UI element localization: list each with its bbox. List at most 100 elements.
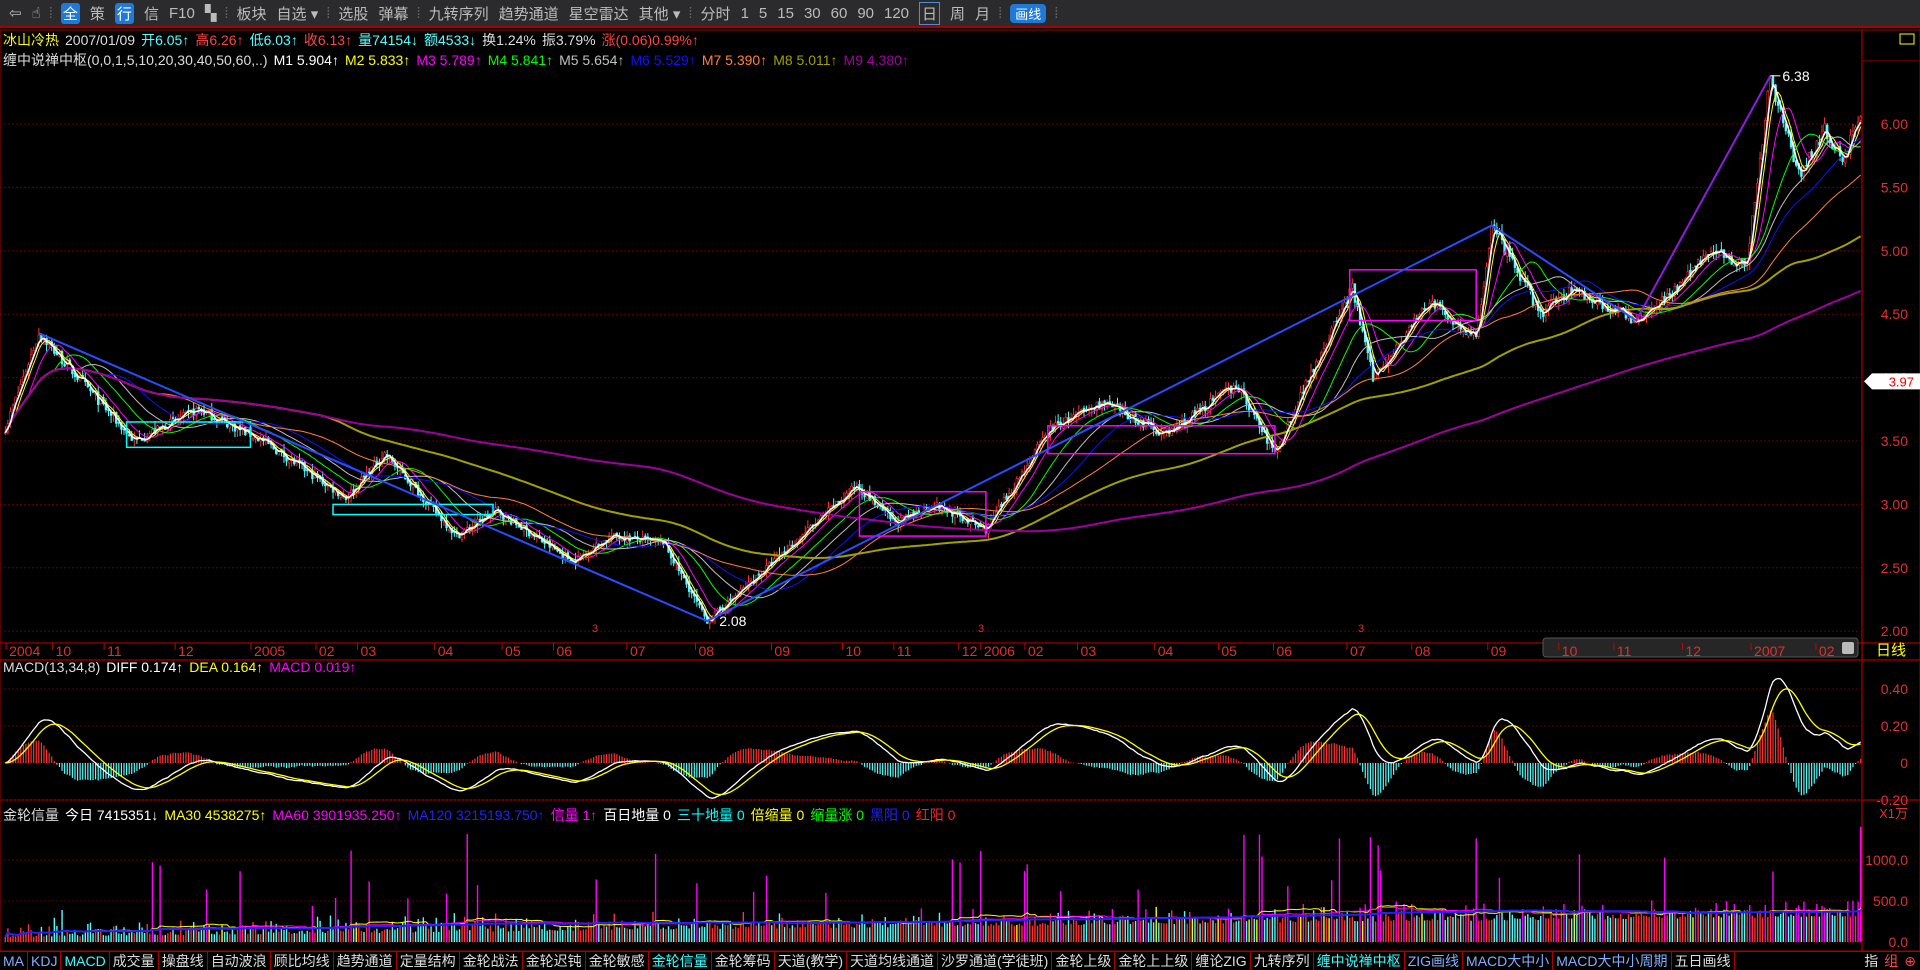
volume-hong: 红阳 0 xyxy=(915,807,956,823)
candle-body xyxy=(1859,116,1862,121)
tab-11[interactable]: 金轮敏感 xyxy=(586,952,649,970)
candle-body xyxy=(530,535,533,538)
candle xyxy=(347,493,350,505)
candle xyxy=(460,530,464,543)
tab-25[interactable]: 五日画线 xyxy=(1672,952,1735,970)
volume-title: 金轮信量 xyxy=(3,807,59,823)
ma-title: 缠中说禅中枢(0,0,1,5,10,20,30,40,50,60,..) xyxy=(3,52,268,68)
tab-13[interactable]: 金轮筹码 xyxy=(712,952,775,970)
tab-18[interactable]: 金轮上上级 xyxy=(1115,952,1193,970)
window-icon xyxy=(1899,33,1915,45)
tab-2[interactable]: MACD xyxy=(61,952,110,970)
indicator-name: 冰山冷热 xyxy=(3,32,59,48)
macd-value: MACD 0.019↑ xyxy=(269,659,357,675)
candle xyxy=(530,535,533,539)
candle-body xyxy=(1351,283,1354,289)
ma-line-M5 xyxy=(4,136,1861,599)
quote-amount: 额4533↓ xyxy=(424,32,477,48)
month-label: 2005 xyxy=(254,643,285,659)
candle-body xyxy=(1136,422,1140,425)
tab-12[interactable]: 金轮信量 xyxy=(649,952,712,970)
macd-axis-label: 0 xyxy=(1900,755,1908,771)
candle-body xyxy=(783,551,786,553)
candle-body xyxy=(863,494,866,498)
candle xyxy=(618,532,621,546)
candle xyxy=(576,550,580,566)
candle-body xyxy=(1247,405,1251,412)
month-label: 02 xyxy=(1819,643,1835,659)
candle-body xyxy=(1056,420,1060,424)
month-label: 2004 xyxy=(9,643,40,659)
tab-6[interactable]: 顾比均线 xyxy=(271,952,334,970)
candle-body xyxy=(220,416,224,420)
candle-body xyxy=(1103,400,1106,404)
volume-bsl: 倍缩量 0 xyxy=(750,807,805,823)
tab-right-2[interactable]: ⊕ xyxy=(1904,952,1916,970)
tab-10[interactable]: 金轮迟钝 xyxy=(523,952,586,970)
candle-body xyxy=(1844,153,1847,163)
candle xyxy=(956,506,959,518)
month-label: 10 xyxy=(1562,643,1578,659)
tab-right-1[interactable]: 组 xyxy=(1884,952,1898,970)
candle-body xyxy=(339,495,342,498)
price-axis-label: 2.00 xyxy=(1881,623,1908,639)
tab-22[interactable]: ZIG画线 xyxy=(1405,952,1464,970)
tab-5[interactable]: 自动波浪 xyxy=(208,952,271,970)
tab-0[interactable]: MA xyxy=(0,952,28,970)
macd-bars xyxy=(7,710,1862,797)
month-label: 10 xyxy=(845,643,861,659)
candle-body xyxy=(757,573,761,576)
tab-24[interactable]: MACD大中小周期 xyxy=(1553,952,1672,970)
candle xyxy=(987,523,990,541)
macd-diff-line xyxy=(5,677,1862,799)
candle xyxy=(1720,242,1723,252)
high-price-label: 6.38 xyxy=(1782,68,1809,84)
candle-body xyxy=(1235,385,1238,388)
candle-body xyxy=(373,461,376,466)
tab-4[interactable]: 操盘线 xyxy=(159,952,208,970)
tab-15[interactable]: 天道均线通道 xyxy=(847,952,939,970)
tab-right-0[interactable]: 指 xyxy=(1864,952,1878,970)
quote-close: 收6.13↑ xyxy=(303,32,353,48)
tab-20[interactable]: 九转序列 xyxy=(1251,952,1314,970)
candle-body xyxy=(447,529,451,531)
candle-body xyxy=(1776,101,1780,106)
volume-bai: 百日地量 0 xyxy=(603,807,671,823)
volume-axis-label: 500.0 xyxy=(1873,893,1908,909)
month-label: 09 xyxy=(774,643,790,659)
candle xyxy=(1585,297,1589,304)
zhongshu-box xyxy=(1349,269,1477,322)
quote-low: 低6.03↑ xyxy=(249,32,298,48)
tab-3[interactable]: 成交量 xyxy=(110,952,159,970)
tab-16[interactable]: 沙罗通道(学徒班) xyxy=(938,952,1053,970)
volume-bei: 信量 1↑ xyxy=(550,807,598,823)
ma-legend: 缠中说禅中枢(0,0,1,5,10,20,30,40,50,60,..) M1 5… xyxy=(3,50,915,70)
ma-line-M9 xyxy=(4,289,1862,533)
tab-14[interactable]: 天道(教学) xyxy=(775,952,848,970)
tab-8[interactable]: 定量结构 xyxy=(397,952,460,970)
tab-23[interactable]: MACD大中小 xyxy=(1463,952,1554,970)
tab-9[interactable]: 金轮战法 xyxy=(460,952,523,970)
tab-1[interactable]: KDJ xyxy=(28,952,62,970)
volume-unit-label: X1万 xyxy=(1879,806,1908,821)
candle-body xyxy=(1704,254,1708,257)
month-label: 09 xyxy=(1491,643,1507,659)
volume-san: 三十地量 0 xyxy=(676,807,745,823)
price-axis-label: 5.50 xyxy=(1881,179,1908,195)
price-axis-label: 3.00 xyxy=(1881,496,1908,512)
candle xyxy=(378,458,381,472)
candle-body xyxy=(1268,442,1271,444)
ma-item-M1: M1 5.904↑ xyxy=(273,52,339,68)
price-axis-label: 3.50 xyxy=(1881,433,1908,449)
tab-17[interactable]: 金轮上级 xyxy=(1052,952,1116,970)
ma-line-M6 xyxy=(4,137,1861,591)
tab-19[interactable]: 缠论ZIG xyxy=(1192,952,1251,970)
tab-7[interactable]: 趋势通道 xyxy=(334,952,397,970)
candle-body xyxy=(976,525,980,528)
quote-volume: 量74154↓ xyxy=(358,32,419,48)
ma-line-M3 xyxy=(4,107,1862,615)
candle-body xyxy=(478,518,482,521)
candle-body xyxy=(458,534,461,539)
tab-21[interactable]: 缠中说禅中枢 xyxy=(1314,952,1405,970)
volume-hy: 黑阳 0 xyxy=(870,807,910,823)
